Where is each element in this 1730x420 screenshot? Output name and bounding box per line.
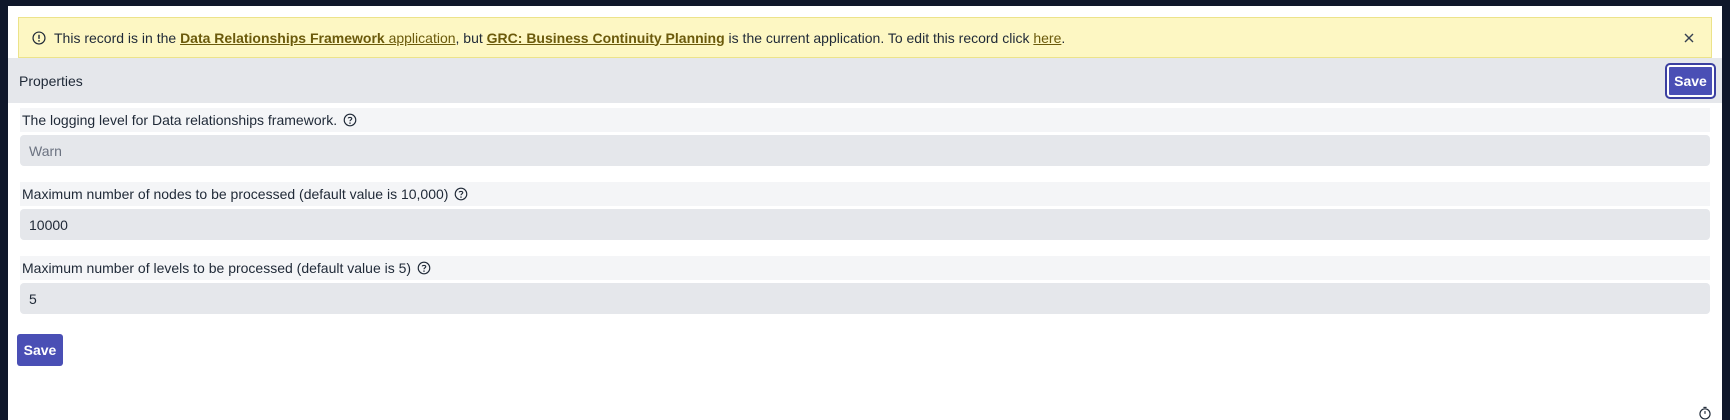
- max-levels-input[interactable]: 5: [20, 283, 1710, 314]
- max-nodes-field: Maximum number of nodes to be processed …: [20, 182, 1710, 240]
- field-label-row: The logging level for Data relationships…: [20, 108, 1710, 132]
- max-levels-field: Maximum number of levels to be processed…: [20, 256, 1710, 314]
- banner-text: This record is in the Data Relationships…: [54, 30, 1065, 46]
- info-icon: [32, 30, 46, 45]
- current-application-link[interactable]: GRC: Business Continuity Planning: [487, 30, 725, 46]
- field-label: Maximum number of nodes to be processed …: [22, 186, 449, 202]
- help-icon[interactable]: [454, 187, 468, 201]
- page-title: Properties: [19, 72, 83, 89]
- application-scope-banner: This record is in the Data Relationships…: [18, 17, 1712, 58]
- banner-text-end: .: [1061, 29, 1066, 46]
- close-icon[interactable]: [1681, 30, 1697, 46]
- save-button-top[interactable]: Save: [1665, 63, 1716, 99]
- field-label-row: Maximum number of levels to be processed…: [20, 256, 1710, 280]
- banner-text-mid: , but: [455, 29, 487, 46]
- record-application-link[interactable]: Data Relationships Framework application: [180, 30, 455, 46]
- record-application-name: Data Relationships Framework: [180, 29, 385, 46]
- logging-level-field: The logging level for Data relationships…: [20, 108, 1710, 166]
- page-frame: This record is in the Data Relationships…: [8, 6, 1722, 420]
- properties-header: Properties: [8, 58, 1722, 103]
- logging-level-input[interactable]: Warn: [20, 135, 1710, 166]
- help-icon[interactable]: [343, 113, 357, 127]
- field-label: Maximum number of levels to be processed…: [22, 260, 412, 276]
- field-label-row: Maximum number of nodes to be processed …: [20, 182, 1710, 206]
- save-button-bottom[interactable]: Save: [17, 334, 63, 366]
- timer-icon[interactable]: [1698, 406, 1712, 420]
- field-label: The logging level for Data relationships…: [22, 112, 338, 128]
- banner-text-after: is the current application. To edit this…: [724, 29, 1034, 46]
- edit-here-link[interactable]: here: [1033, 30, 1061, 46]
- max-nodes-input[interactable]: 10000: [20, 209, 1710, 240]
- help-icon[interactable]: [417, 261, 431, 275]
- banner-text-before: This record is in the: [54, 29, 181, 46]
- record-application-suffix: application: [384, 29, 456, 46]
